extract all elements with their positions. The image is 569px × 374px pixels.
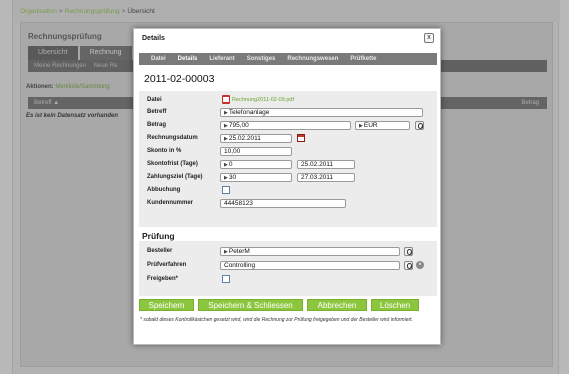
besteller-value: PeterM bbox=[228, 248, 250, 255]
pruefverfahren-field[interactable]: Controlling bbox=[220, 261, 400, 270]
cancel-button[interactable]: Abbrechen bbox=[307, 299, 367, 311]
tab-rechnungswesen[interactable]: Rechnungswesen bbox=[281, 53, 344, 65]
datei-label: Datei bbox=[147, 97, 162, 103]
tab-lieferant[interactable]: Lieferant bbox=[203, 53, 240, 65]
betrag-label: Betrag bbox=[147, 122, 167, 128]
skontofrist-value: 0 bbox=[228, 161, 233, 168]
zahlungsziel-date-field: 27.03.2011 bbox=[297, 173, 355, 182]
details-section: Datei Rechnung2011-02-09.pdf Betreff ▶Te… bbox=[139, 91, 437, 227]
pruefverfahren-value: Controlling bbox=[224, 262, 256, 269]
besteller-label: Besteller bbox=[147, 248, 173, 254]
tab-sonstiges[interactable]: Sonstiges bbox=[241, 53, 282, 65]
kundennummer-label: Kundennummer bbox=[147, 200, 194, 206]
currency-search-icon[interactable] bbox=[415, 121, 424, 130]
kundennummer-field[interactable]: 44458123 bbox=[220, 199, 346, 208]
zahlungsziel-value: 30 bbox=[228, 174, 237, 181]
save-button[interactable]: Speichern bbox=[139, 299, 194, 311]
pruefung-heading: Prüfung bbox=[142, 231, 175, 241]
record-title: 2011-02-00003 bbox=[144, 73, 215, 85]
pruefverfahren-label: Prüfverfahren bbox=[147, 262, 187, 268]
betreff-label: Betreff bbox=[147, 109, 167, 115]
rechnungsdatum-value: 25.02.2011 bbox=[228, 135, 261, 142]
dialog-tabs: Datei Details Lieferant Sonstiges Rechnu… bbox=[139, 53, 437, 65]
skontofrist-label: Skontofrist (Tage) bbox=[147, 161, 198, 167]
field-arrow-icon: ▶ bbox=[224, 249, 228, 255]
zahlungsziel-field[interactable]: ▶30 bbox=[220, 173, 292, 182]
save-and-close-button[interactable]: Speichern & Schliessen bbox=[198, 299, 303, 311]
field-arrow-icon: ▶ bbox=[224, 175, 228, 181]
betreff-value: Telefonanlage bbox=[228, 109, 270, 116]
skontofrist-field[interactable]: ▶0 bbox=[220, 160, 292, 169]
tab-details[interactable]: Details bbox=[172, 53, 204, 65]
field-arrow-icon: ▶ bbox=[224, 162, 228, 168]
skonto-label: Skonto in % bbox=[147, 148, 182, 154]
field-arrow-icon: ▶ bbox=[224, 123, 228, 129]
kundennummer-value: 44458123 bbox=[224, 200, 253, 207]
details-dialog: Details x Datei Details Lieferant Sonsti… bbox=[133, 28, 441, 345]
pdf-file-link[interactable]: Rechnung2011-02-09.pdf bbox=[232, 97, 294, 103]
freigeben-label: Freigeben* bbox=[147, 276, 179, 282]
skonto-field[interactable]: 10,00 bbox=[220, 147, 292, 156]
dialog-title: Details bbox=[142, 35, 165, 42]
delete-button[interactable]: Löschen bbox=[371, 299, 419, 311]
tab-pruefkette[interactable]: Prüfkette bbox=[344, 53, 382, 65]
field-arrow-icon: ▶ bbox=[224, 136, 228, 142]
pruefung-section: Besteller ▶PeterM Prüfverfahren Controll… bbox=[139, 241, 437, 296]
field-arrow-icon: ▶ bbox=[224, 110, 228, 116]
abbuchung-checkbox[interactable] bbox=[222, 186, 230, 194]
close-icon[interactable]: x bbox=[424, 33, 434, 43]
currency-value: EUR bbox=[363, 122, 378, 129]
tab-datei[interactable]: Datei bbox=[145, 53, 172, 65]
betreff-field[interactable]: ▶Telefonanlage bbox=[220, 108, 423, 117]
abbuchung-label: Abbuchung bbox=[147, 187, 181, 193]
besteller-search-icon[interactable] bbox=[404, 247, 413, 256]
skonto-value: 10,00 bbox=[224, 148, 241, 155]
pruefverfahren-search-icon[interactable] bbox=[404, 261, 413, 270]
betrag-value: 795,00 bbox=[228, 122, 249, 129]
skontofrist-date-value: 25.02.2011 bbox=[301, 161, 334, 168]
rechnungsdatum-field[interactable]: ▶25.02.2011 bbox=[220, 134, 292, 143]
besteller-field[interactable]: ▶PeterM bbox=[220, 247, 400, 256]
footnote: * sobald dieses Kontrollkästchen gesetzt… bbox=[140, 317, 413, 323]
currency-field[interactable]: ▶EUR bbox=[355, 121, 410, 130]
skontofrist-date-field: 25.02.2011 bbox=[297, 160, 355, 169]
freigeben-checkbox[interactable] bbox=[222, 275, 230, 283]
rechnungsdatum-label: Rechnungsdatum bbox=[147, 135, 198, 141]
pdf-file-icon bbox=[222, 95, 230, 104]
clear-icon[interactable]: × bbox=[416, 261, 424, 269]
field-arrow-icon: ▶ bbox=[359, 123, 363, 129]
zahlungsziel-date-value: 27.03.2011 bbox=[301, 174, 334, 181]
zahlungsziel-label: Zahlungsziel (Tage) bbox=[147, 174, 203, 180]
calendar-icon[interactable] bbox=[297, 134, 305, 142]
betrag-field[interactable]: ▶795,00 bbox=[220, 121, 351, 130]
